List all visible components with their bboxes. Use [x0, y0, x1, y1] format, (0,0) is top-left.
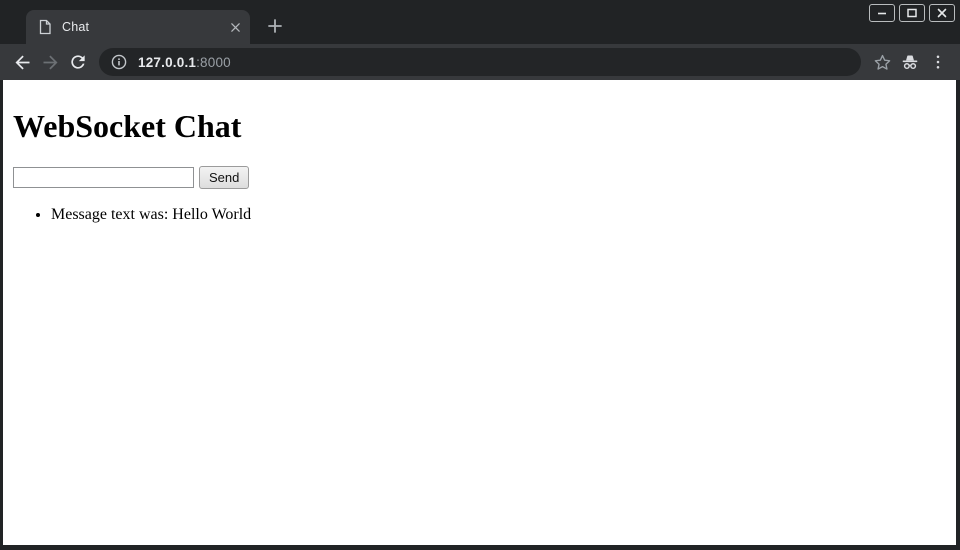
minimize-button[interactable]: [869, 4, 895, 22]
tab-chat[interactable]: Chat: [26, 10, 250, 44]
message-list: Message text was: Hello World: [11, 206, 948, 224]
info-circle-icon[interactable]: [111, 54, 127, 70]
message-input[interactable]: [13, 167, 194, 188]
maximize-button[interactable]: [899, 4, 925, 22]
send-button[interactable]: Send: [199, 166, 249, 189]
page-title: WebSocket Chat: [13, 108, 948, 145]
browser-window: Chat: [0, 0, 960, 550]
close-button[interactable]: [929, 4, 955, 22]
url-port: :8000: [196, 55, 231, 70]
back-button[interactable]: [8, 48, 36, 76]
tab-title: Chat: [62, 20, 226, 34]
url-host: 127.0.0.1: [138, 55, 196, 70]
incognito-icon: [896, 48, 924, 76]
browser-toolbar: 127.0.0.1:8000: [0, 44, 960, 80]
blank-page-icon: [37, 19, 53, 35]
kebab-menu-icon[interactable]: [924, 48, 952, 76]
message-form: Send: [13, 167, 948, 189]
reload-button[interactable]: [64, 48, 92, 76]
list-item: Message text was: Hello World: [51, 206, 948, 224]
tab-close-icon[interactable]: [226, 18, 244, 36]
address-bar[interactable]: 127.0.0.1:8000: [99, 48, 861, 76]
forward-button[interactable]: [36, 48, 64, 76]
bookmark-star-icon[interactable]: [868, 48, 896, 76]
window-controls: [869, 4, 955, 22]
new-tab-button[interactable]: [260, 12, 290, 40]
tab-strip: Chat: [0, 0, 960, 44]
page-content: WebSocket Chat Send Message text was: He…: [3, 80, 956, 545]
